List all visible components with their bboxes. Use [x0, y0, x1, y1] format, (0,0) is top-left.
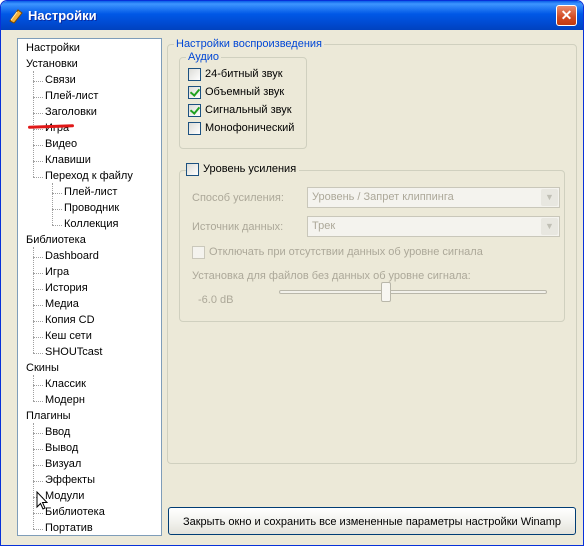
tree-connector [33, 161, 43, 162]
tree-connector [33, 449, 43, 450]
disable-no-data-option[interactable]: Отключать при отсутствии данных об уровн… [192, 246, 483, 261]
winamp-icon [9, 9, 23, 24]
tree-connector [33, 423, 34, 529]
tree-item[interactable]: Клавиши [45, 153, 91, 168]
tree-item[interactable]: Вывод [45, 441, 78, 456]
tree-connector [33, 113, 43, 114]
settings-window: Настройки ✕ Настройки Установки Связи Плей-… [0, 0, 584, 546]
default-gain-label: Установка для файлов без данных об уровн… [192, 270, 471, 282]
option-24bit[interactable]: 24-битный звук [188, 68, 283, 83]
tree-item[interactable]: Медиа [45, 297, 79, 312]
tree-item[interactable]: Скины [26, 361, 59, 376]
tree-item[interactable]: Переход к файлу [45, 169, 133, 184]
tree-item[interactable]: SHOUTcast [45, 345, 102, 360]
tree-connector [33, 321, 43, 322]
tree-connector [33, 81, 43, 82]
tree-connector [33, 337, 43, 338]
client-area: Настройки Установки Связи Плей-лист Заголовк… [4, 30, 580, 544]
close-button[interactable]: ✕ [556, 5, 577, 26]
tree-connector [33, 129, 43, 130]
tree-connector [33, 257, 43, 258]
checkbox-signal[interactable] [188, 104, 201, 117]
tree-item[interactable]: Настройки [26, 41, 80, 56]
checkbox-disable-no-data[interactable] [192, 246, 205, 259]
tree-connector [33, 481, 43, 482]
tree-connector [33, 513, 43, 514]
tree-item[interactable]: Визуал [45, 457, 81, 472]
checkbox-gain[interactable] [186, 163, 199, 176]
tree-connector [33, 247, 34, 353]
tree-connector [33, 97, 43, 98]
audio-group-title: Аудио [186, 51, 222, 64]
tree-connector [33, 529, 43, 530]
gain-group: Уровень усиления Способ усиления: Уровен… [179, 163, 565, 322]
tree-item[interactable]: Игра [45, 121, 69, 136]
tree-connector [52, 209, 62, 210]
title-bar: Настройки ✕ [1, 1, 583, 30]
tree-item[interactable]: Портатив [45, 521, 93, 536]
close-icon: ✕ [560, 7, 573, 23]
tree-connector [33, 273, 43, 274]
mouse-cursor-icon [36, 491, 48, 510]
tree-item[interactable]: История [45, 281, 88, 296]
playback-settings-group: Настройки воспроизведения Аудио 24-битны… [167, 38, 577, 464]
tree-connector [33, 465, 43, 466]
settings-tree[interactable]: Настройки Установки Связи Плей-лист Заголовк… [17, 38, 162, 536]
playback-group-title: Настройки воспроизведения [174, 38, 325, 51]
gain-method-select[interactable]: Уровень / Запрет клиппинга ▼ [307, 187, 560, 208]
option-surround[interactable]: Объемный звук [188, 86, 284, 101]
tree-item[interactable]: Игра [45, 265, 69, 280]
gain-slider-track[interactable] [279, 290, 547, 294]
tree-connector [33, 433, 43, 434]
checkbox-surround[interactable] [188, 86, 201, 99]
tree-connector [52, 183, 53, 225]
tree-connector [33, 401, 43, 402]
tree-item[interactable]: Библиотека [26, 233, 86, 248]
tree-item[interactable]: Плей-лист [64, 185, 117, 200]
checkbox-mono[interactable] [188, 122, 201, 135]
tree-connector [33, 177, 43, 178]
save-close-button[interactable]: Закрыть окно и сохранить все измененные … [168, 507, 576, 535]
tree-item[interactable]: Плагины [26, 409, 71, 424]
window-title: Настройки [28, 8, 97, 23]
option-mono[interactable]: Монофонический [188, 122, 294, 137]
gain-slider-thumb[interactable] [381, 282, 392, 302]
default-gain-value: -6.0 dB [198, 294, 234, 306]
tree-item[interactable]: Эффекты [45, 473, 95, 488]
chevron-down-icon: ▼ [541, 189, 558, 206]
audio-group: Аудио 24-битный звук Объемный звук Сигна… [179, 51, 307, 149]
gain-source-label: Источник данных: [192, 221, 284, 233]
tree-connector [33, 385, 43, 386]
tree-connector [33, 145, 43, 146]
tree-item[interactable]: Проводник [64, 201, 119, 216]
tree-item[interactable]: Заголовки [45, 105, 97, 120]
tree-connector [52, 225, 62, 226]
gain-source-select[interactable]: Трек ▼ [307, 216, 560, 237]
tree-connector [33, 353, 43, 354]
tree-item[interactable]: Установки [26, 57, 78, 72]
tree-item[interactable]: Модерн [45, 393, 85, 408]
tree-item[interactable]: Библиотека [45, 505, 105, 520]
tree-item[interactable]: Копия CD [45, 313, 95, 328]
tree-connector [52, 193, 62, 194]
tree-item[interactable]: Dashboard [45, 249, 99, 264]
tree-connector [33, 71, 34, 177]
tree-item[interactable]: Модули [45, 489, 84, 504]
tree-item[interactable]: Классик [45, 377, 86, 392]
gain-method-label: Способ усиления: [192, 192, 284, 204]
option-signal[interactable]: Сигнальный звук [188, 104, 292, 119]
chevron-down-icon: ▼ [541, 218, 558, 235]
tree-connector [33, 375, 34, 401]
tree-item[interactable]: Плей-лист [45, 89, 98, 104]
tree-item[interactable]: Ввод [45, 425, 70, 440]
gain-toggle[interactable]: Уровень усиления [186, 163, 300, 178]
tree-item[interactable]: Связи [45, 73, 76, 88]
checkbox-24bit[interactable] [188, 68, 201, 81]
tree-connector [33, 305, 43, 306]
tree-connector [33, 289, 43, 290]
tree-item[interactable]: Коллекция [64, 217, 118, 232]
tree-item[interactable]: Видео [45, 137, 77, 152]
tree-item[interactable]: Кеш сети [45, 329, 92, 344]
